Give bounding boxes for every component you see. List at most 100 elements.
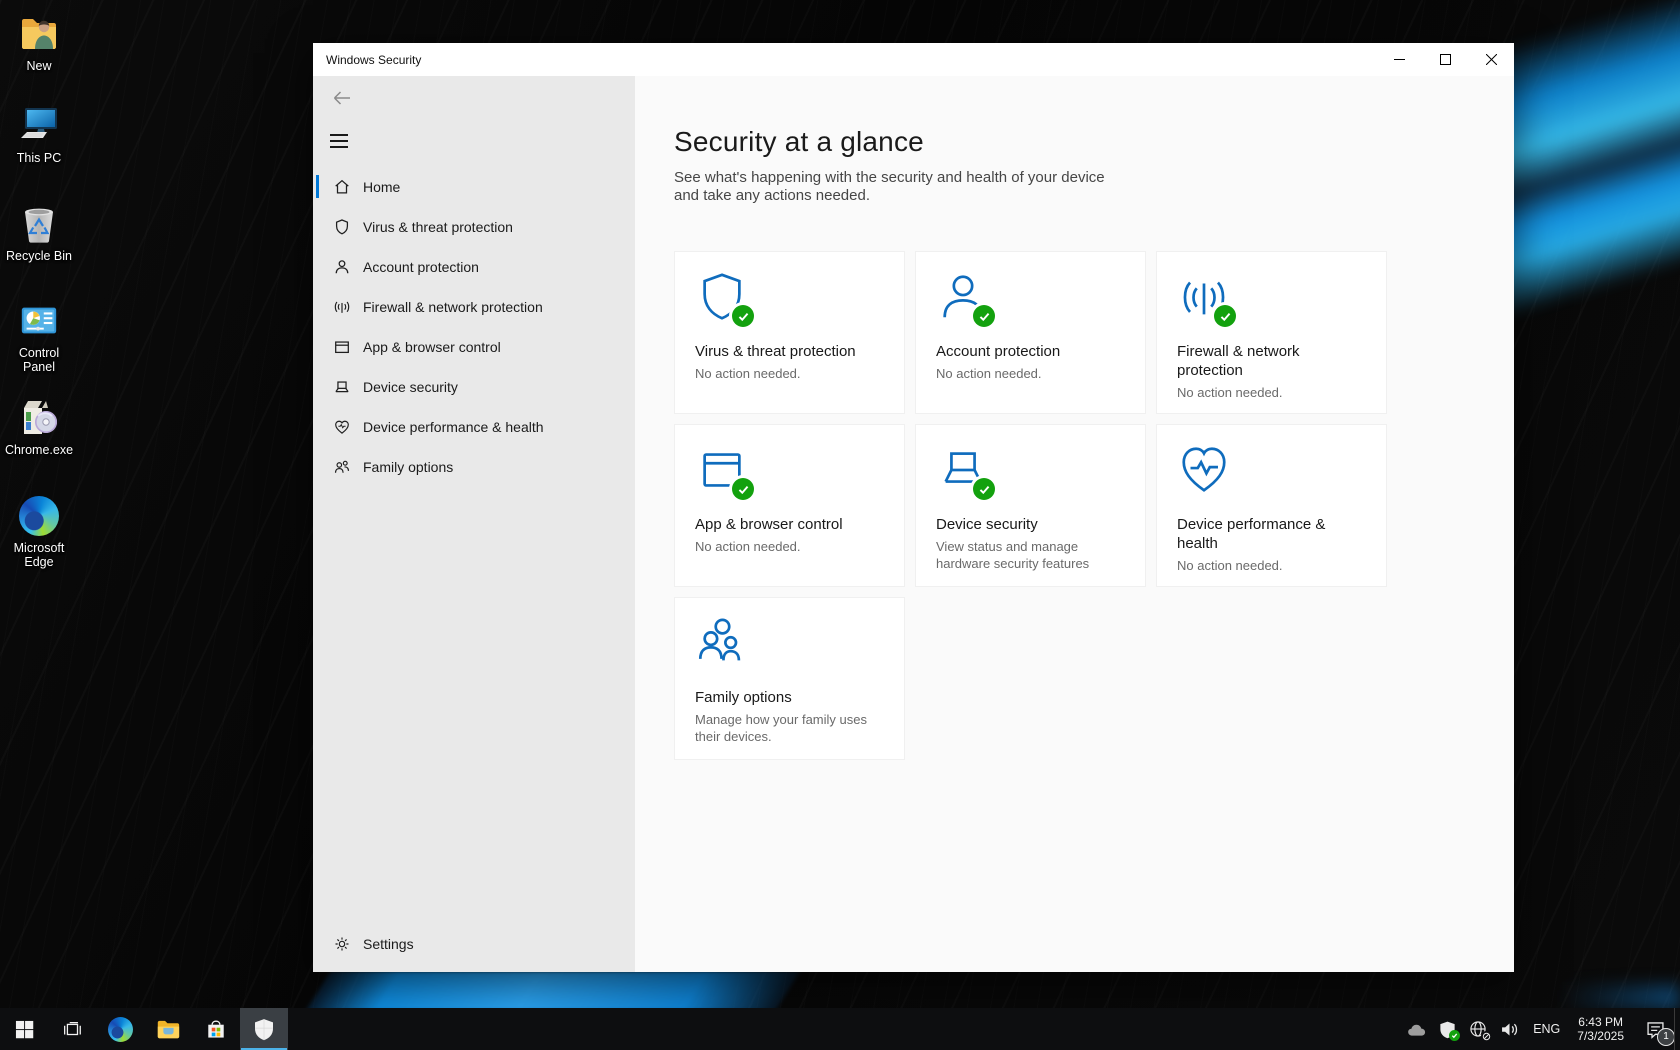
check-badge xyxy=(732,478,754,500)
desktop-icon-control-panel[interactable]: Control Panel xyxy=(0,299,78,374)
sidebar-item-firewall-network-protection[interactable]: Firewall & network protection xyxy=(313,287,635,327)
windows-logo-icon xyxy=(15,1020,34,1039)
language-indicator[interactable]: ENG xyxy=(1531,1022,1562,1036)
sidebar-item-account-protection[interactable]: Account protection xyxy=(313,247,635,287)
this-pc-icon xyxy=(17,104,61,148)
back-button[interactable] xyxy=(327,85,357,111)
card-status: No action needed. xyxy=(936,365,1125,382)
health-heart-icon xyxy=(333,418,351,436)
back-arrow-icon xyxy=(335,92,351,104)
desktop-icon-label: Microsoft Edge xyxy=(2,541,76,569)
card-app-browser-control[interactable]: App & browser control No action needed. xyxy=(674,424,905,587)
desktop-icon-label: New xyxy=(26,59,51,73)
desktop-icon-label: Recycle Bin xyxy=(6,249,72,263)
card-status: Manage how your family uses their device… xyxy=(695,711,884,745)
minimize-button[interactable] xyxy=(1376,43,1422,76)
start-button[interactable] xyxy=(0,1008,48,1050)
health-heart-icon xyxy=(1177,443,1231,497)
microsoft-store-icon xyxy=(204,1017,228,1041)
card-account-protection[interactable]: Account protection No action needed. xyxy=(915,251,1146,414)
sidebar: Home Virus & threat protection Account p… xyxy=(313,76,635,972)
desktop-icon-chrome-exe[interactable]: Chrome.exe xyxy=(0,396,78,457)
sidebar-item-virus-threat-protection[interactable]: Virus & threat protection xyxy=(313,207,635,247)
sidebar-item-family-options[interactable]: Family options xyxy=(313,447,635,487)
desktop-icon-microsoft-edge[interactable]: Microsoft Edge xyxy=(0,494,78,569)
person-icon xyxy=(936,270,990,324)
page-subtitle-line1: See what's happening with the security a… xyxy=(674,169,1514,187)
desktop-icon-new[interactable]: New xyxy=(0,12,78,73)
window-title: Windows Security xyxy=(313,53,1376,67)
home-icon xyxy=(333,178,351,196)
taskbar-clock[interactable]: 6:43 PM 7/3/2025 xyxy=(1573,1015,1628,1043)
family-icon xyxy=(333,458,351,476)
control-panel-icon xyxy=(17,299,61,343)
shield-icon xyxy=(333,218,351,236)
network-globe-offline-icon[interactable] xyxy=(1468,1019,1488,1039)
card-status: No action needed. xyxy=(695,365,884,382)
sidebar-item-settings[interactable]: Settings xyxy=(313,924,635,964)
page-title: Security at a glance xyxy=(674,126,1514,158)
desktop-icon-recycle-bin[interactable]: Recycle Bin xyxy=(0,202,78,263)
task-view-button[interactable] xyxy=(48,1008,96,1050)
desktop-icon-this-pc[interactable]: This PC xyxy=(0,104,78,165)
edge-icon xyxy=(17,494,61,538)
sidebar-item-label: Device performance & health xyxy=(363,419,544,435)
card-firewall-network-protection[interactable]: Firewall & network protection No action … xyxy=(1156,251,1387,414)
volume-icon[interactable] xyxy=(1499,1019,1520,1040)
desktop-icon-label: Chrome.exe xyxy=(5,443,73,457)
card-title: App & browser control xyxy=(695,515,884,534)
wallpaper-blue-glow xyxy=(1560,985,1680,1010)
edge-icon xyxy=(108,1017,133,1042)
sidebar-item-label: Family options xyxy=(363,459,453,475)
tray-security-shield-icon[interactable] xyxy=(1438,1020,1457,1039)
hamburger-menu-button[interactable] xyxy=(330,129,356,153)
wallpaper-blue-band xyxy=(306,971,801,1011)
card-family-options[interactable]: Family options Manage how your family us… xyxy=(674,597,905,760)
card-device-security[interactable]: Device security View status and manage h… xyxy=(915,424,1146,587)
show-desktop-button[interactable] xyxy=(1674,1008,1680,1050)
app-window-icon xyxy=(333,338,351,356)
family-icon xyxy=(695,616,749,670)
windows-security-window: Windows Security xyxy=(313,43,1514,972)
settings-row: Settings xyxy=(313,924,635,964)
sidebar-item-label: Settings xyxy=(363,936,414,952)
card-title: Account protection xyxy=(936,342,1125,361)
sidebar-item-home[interactable]: Home xyxy=(313,167,635,207)
app-window-icon xyxy=(695,443,749,497)
close-button[interactable] xyxy=(1468,43,1514,76)
file-explorer-icon xyxy=(155,1016,181,1042)
check-badge xyxy=(973,305,995,327)
taskbar-store-button[interactable] xyxy=(192,1008,240,1050)
onedrive-cloud-icon[interactable] xyxy=(1406,1019,1427,1040)
sidebar-item-label: Home xyxy=(363,179,400,195)
card-title: Family options xyxy=(695,688,884,707)
card-virus-threat-protection[interactable]: Virus & threat protection No action need… xyxy=(674,251,905,414)
windows-security-shield-icon xyxy=(252,1017,276,1041)
selected-indicator xyxy=(316,175,319,198)
taskbar-file-explorer-button[interactable] xyxy=(144,1008,192,1050)
card-status: No action needed. xyxy=(1177,384,1366,401)
gear-icon xyxy=(333,935,351,953)
check-badge xyxy=(732,305,754,327)
maximize-button[interactable] xyxy=(1422,43,1468,76)
notification-badge: 1 xyxy=(1657,1028,1675,1046)
taskbar-windows-security-button[interactable] xyxy=(240,1008,288,1050)
recycle-bin-icon xyxy=(17,202,61,246)
task-view-icon xyxy=(61,1018,83,1040)
card-device-performance-health[interactable]: Device performance & health No action ne… xyxy=(1156,424,1387,587)
shield-icon xyxy=(695,270,749,324)
sidebar-item-app-browser-control[interactable]: App & browser control xyxy=(313,327,635,367)
card-title: Device performance & health xyxy=(1177,515,1366,553)
installer-package-icon xyxy=(17,396,61,440)
sidebar-item-device-security[interactable]: Device security xyxy=(313,367,635,407)
sidebar-item-device-performance-health[interactable]: Device performance & health xyxy=(313,407,635,447)
clock-date: 7/3/2025 xyxy=(1577,1029,1624,1043)
card-status: View status and manage hardware security… xyxy=(936,538,1125,572)
action-center-button[interactable]: 1 xyxy=(1645,1019,1666,1040)
person-icon xyxy=(333,258,351,276)
titlebar: Windows Security xyxy=(313,43,1514,76)
nav-list: Home Virus & threat protection Account p… xyxy=(313,167,635,487)
taskbar-edge-button[interactable] xyxy=(96,1008,144,1050)
card-title: Device security xyxy=(936,515,1125,534)
main-content: Security at a glance See what's happenin… xyxy=(635,76,1514,972)
